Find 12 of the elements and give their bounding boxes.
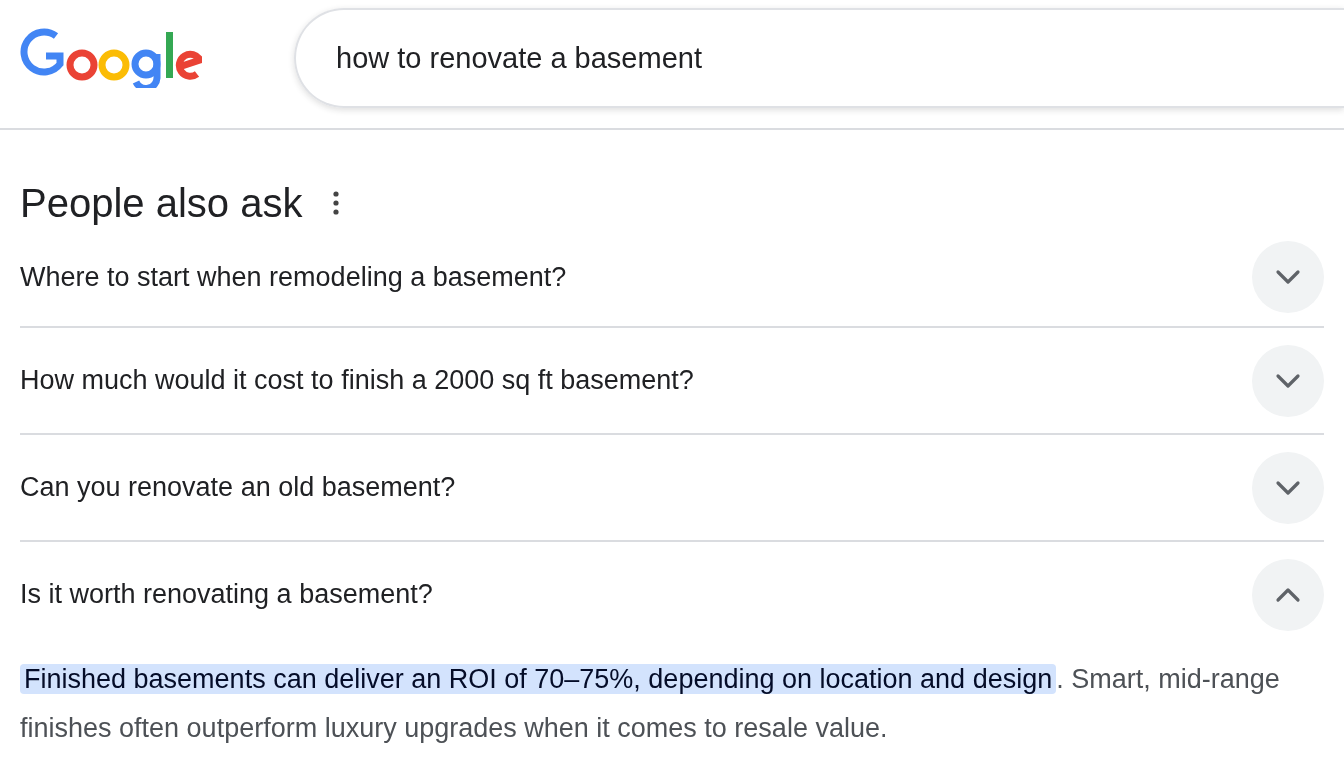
chevron-icon[interactable] [1252, 558, 1324, 631]
question-item[interactable]: Can you renovate an old basement? [20, 435, 1324, 540]
more-options-icon[interactable] [332, 191, 341, 215]
question-item[interactable]: Is it worth renovating a basement? [20, 542, 1324, 647]
question-item[interactable]: Where to start when remodeling a basement? [20, 228, 1324, 326]
chevron-icon[interactable] [1252, 241, 1324, 313]
search-field[interactable]: how to renovate a basement [294, 8, 1344, 108]
section-title: People also ask [20, 180, 303, 226]
answer-text: Finished basements can deliver an ROI of 70–75%, depending on location and design. Smart, mid-range finishes often outperform luxury upgrades when it comes to resale value. [20, 663, 1281, 745]
chevron-icon[interactable] [1252, 451, 1324, 524]
question-item[interactable]: How much would it cost to finish a 2000 sq ft basement? [20, 328, 1324, 433]
chevron-icon[interactable] [1252, 344, 1324, 417]
